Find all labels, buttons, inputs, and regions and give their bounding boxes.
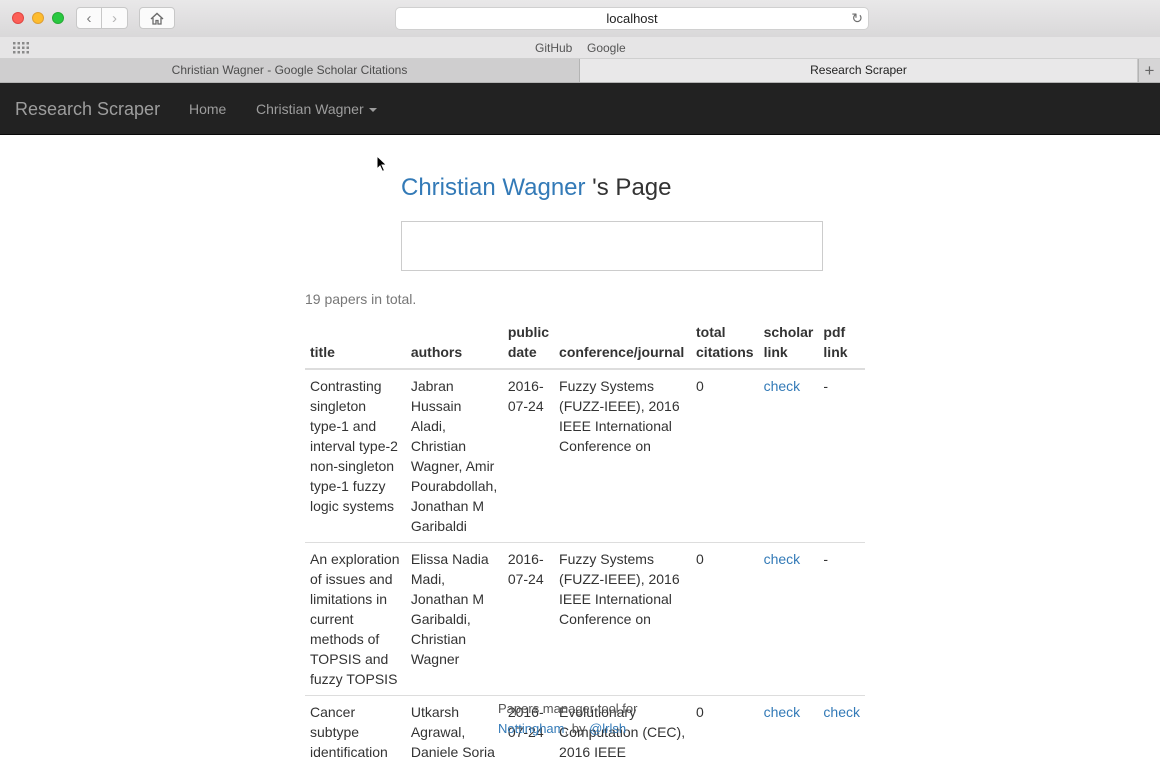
minimize-window-button[interactable]: [32, 12, 44, 24]
forward-button[interactable]: ›: [102, 7, 128, 29]
nav-author-dropdown[interactable]: Christian Wagner: [256, 101, 377, 117]
table-row: Contrasting singleton type-1 and interva…: [305, 369, 865, 543]
home-button[interactable]: [139, 7, 175, 29]
paper-authors: Utkarsh Agrawal, Daniele Soria: [406, 696, 503, 768]
close-window-button[interactable]: [12, 12, 24, 24]
footer-text: Papers manager tool for: [498, 699, 637, 719]
navbar-brand[interactable]: Research Scraper: [15, 99, 160, 120]
tab-research-scraper[interactable]: Research Scraper: [580, 59, 1137, 82]
caret-down-icon: [369, 108, 377, 112]
paper-citations: 0: [691, 696, 759, 768]
paper-citations: 0: [691, 543, 759, 696]
column-header: authors: [406, 319, 503, 369]
table-header-row: title authors public date conference/jou…: [305, 319, 865, 369]
footer-separator: , by: [564, 721, 589, 736]
home-icon: [150, 12, 164, 25]
column-header: total citations: [691, 319, 759, 369]
mouse-pointer-icon: [376, 155, 388, 173]
paper-title: Contrasting singleton type-1 and interva…: [305, 369, 406, 543]
paper-title: Cancer subtype identification: [305, 696, 406, 768]
address-bar[interactable]: localhost ↻: [395, 7, 869, 30]
scholar-check-link[interactable]: check: [764, 704, 801, 720]
pdf-link-cell: check: [818, 696, 865, 768]
paper-citations: 0: [691, 369, 759, 543]
paper-venue: Fuzzy Systems (FUZZ-IEEE), 2016 IEEE Int…: [554, 543, 691, 696]
nav-author-label: Christian Wagner: [256, 101, 364, 117]
back-button[interactable]: ‹: [76, 7, 102, 29]
paper-venue: Fuzzy Systems (FUZZ-IEEE), 2016 IEEE Int…: [554, 369, 691, 543]
url-text: localhost: [606, 11, 657, 26]
page-footer: Papers manager tool for Nottingham, by @…: [498, 699, 637, 739]
favorite-github[interactable]: GitHub: [535, 41, 572, 55]
column-header: pdf link: [818, 319, 865, 369]
apps-grid-icon[interactable]: [13, 42, 29, 54]
paper-date: 2016-07-24: [503, 543, 554, 696]
paper-count: 19 papers in total.: [305, 291, 416, 307]
table-row: An exploration of issues and limitations…: [305, 543, 865, 696]
pdf-check-link[interactable]: check: [823, 704, 860, 720]
new-tab-button[interactable]: +: [1138, 59, 1160, 82]
favorite-google[interactable]: Google: [587, 41, 626, 55]
tab-google-scholar[interactable]: Christian Wagner - Google Scholar Citati…: [0, 59, 580, 82]
pdf-link-cell: -: [818, 369, 865, 543]
site-navbar: Research Scraper Home Christian Wagner: [0, 83, 1160, 135]
column-header: title: [305, 319, 406, 369]
footer-author-link[interactable]: @lrlsh: [589, 721, 626, 736]
scholar-check-link[interactable]: check: [764, 551, 801, 567]
scholar-link-cell: check: [759, 696, 819, 768]
column-header: public date: [503, 319, 554, 369]
paper-authors: Jabran Hussain Aladi, Christian Wagner, …: [406, 369, 503, 543]
zoom-window-button[interactable]: [52, 12, 64, 24]
reload-icon[interactable]: ↻: [851, 8, 863, 29]
empty-panel: [401, 221, 823, 271]
author-name-link[interactable]: Christian Wagner: [401, 174, 586, 201]
chevron-left-icon: ‹: [87, 10, 92, 27]
page-title: Christian Wagner 's Page: [401, 174, 671, 202]
scholar-check-link[interactable]: check: [764, 378, 801, 394]
paper-date: 2016-07-24: [503, 369, 554, 543]
footer-credits: Nottingham, by @lrlsh: [498, 719, 637, 739]
footer-nottingham-link[interactable]: Nottingham: [498, 721, 564, 736]
page-title-suffix: 's Page: [586, 174, 672, 201]
favorites-bar: GitHub Google: [0, 37, 1160, 59]
tab-bar: Christian Wagner - Google Scholar Citati…: [0, 59, 1160, 83]
column-header: scholar link: [759, 319, 819, 369]
paper-authors: Elissa Nadia Madi, Jonathan M Garibaldi,…: [406, 543, 503, 696]
paper-title: An exploration of issues and limitations…: [305, 543, 406, 696]
column-header: conference/journal: [554, 319, 691, 369]
scholar-link-cell: check: [759, 543, 819, 696]
nav-home-link[interactable]: Home: [189, 101, 226, 117]
window-titlebar: ‹ › localhost ↻: [0, 0, 1160, 37]
pdf-link-cell: -: [818, 543, 865, 696]
scholar-link-cell: check: [759, 369, 819, 543]
chevron-right-icon: ›: [112, 10, 117, 27]
